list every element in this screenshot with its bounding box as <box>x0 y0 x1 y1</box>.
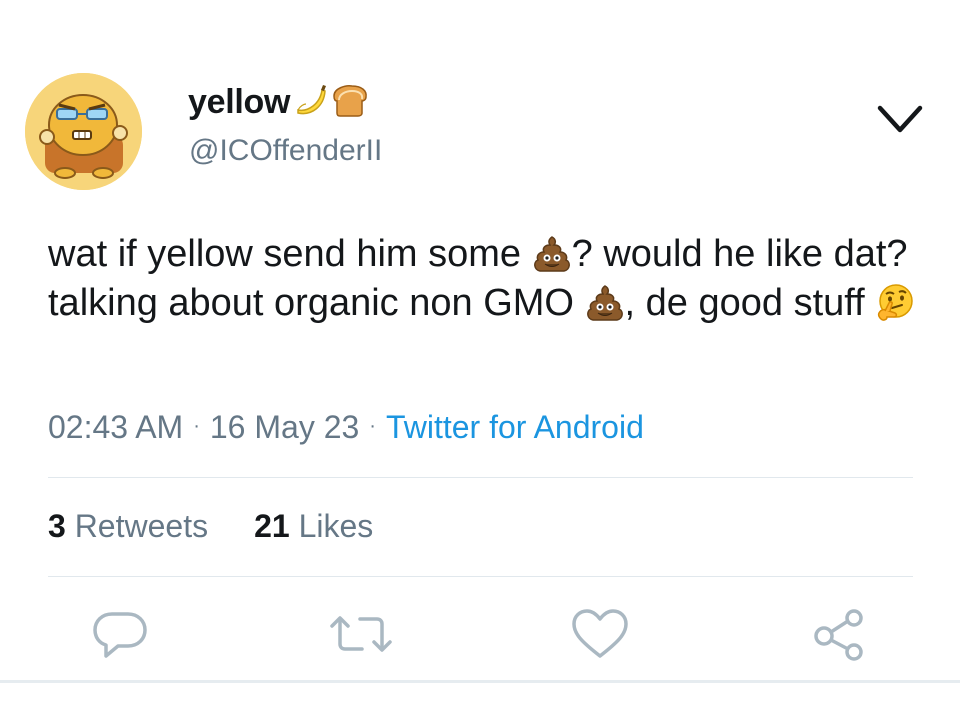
meta-separator: · <box>193 415 200 437</box>
display-name[interactable]: yellow <box>188 83 290 122</box>
tweet-date[interactable]: 16 May 23 <box>210 409 359 445</box>
retweets-label: Retweets <box>74 508 209 544</box>
pile-of-poo-emoji <box>532 234 572 274</box>
like-icon[interactable] <box>570 606 630 662</box>
avatar[interactable] <box>25 73 142 190</box>
divider <box>48 477 913 478</box>
user-handle[interactable]: @ICOffenderII <box>189 134 382 168</box>
banana-emoji <box>292 82 328 123</box>
meta-separator: · <box>369 415 376 437</box>
retweet-icon[interactable] <box>326 606 392 662</box>
tweet-meta: 02:43 AM · 16 May 23 · Twitter for Android <box>48 409 644 446</box>
tweet-time[interactable]: 02:43 AM <box>48 409 183 445</box>
chevron-down-icon[interactable] <box>870 100 930 140</box>
tweet-card: yellow @ICOffenderII wat if yellow send … <box>0 0 960 720</box>
reply-icon[interactable] <box>90 606 150 662</box>
likes-count: 21 <box>254 508 290 544</box>
divider <box>48 576 913 577</box>
tweet-text-segment: wat if yellow send him some <box>48 233 532 275</box>
likes-label: Likes <box>298 508 374 544</box>
bread-emoji <box>330 82 370 123</box>
avatar-image <box>25 73 142 190</box>
tweet-source-link[interactable]: Twitter for Android <box>386 409 644 445</box>
tweet-text: wat if yellow send him some ? would he l… <box>48 230 928 328</box>
display-name-row[interactable]: yellow <box>188 80 370 124</box>
action-bar <box>0 606 960 666</box>
tweet-stats: 3 Retweets 21 Likes <box>48 508 373 545</box>
retweets-count: 3 <box>48 508 66 544</box>
share-icon[interactable] <box>810 606 870 662</box>
bottom-border <box>0 680 960 683</box>
thinking-face-emoji <box>875 283 915 323</box>
tweet-text-segment: , de good stuff <box>624 282 876 324</box>
likes-stat[interactable]: 21 Likes <box>254 508 373 545</box>
retweets-stat[interactable]: 3 Retweets <box>48 508 208 545</box>
pile-of-poo-emoji <box>585 283 625 323</box>
